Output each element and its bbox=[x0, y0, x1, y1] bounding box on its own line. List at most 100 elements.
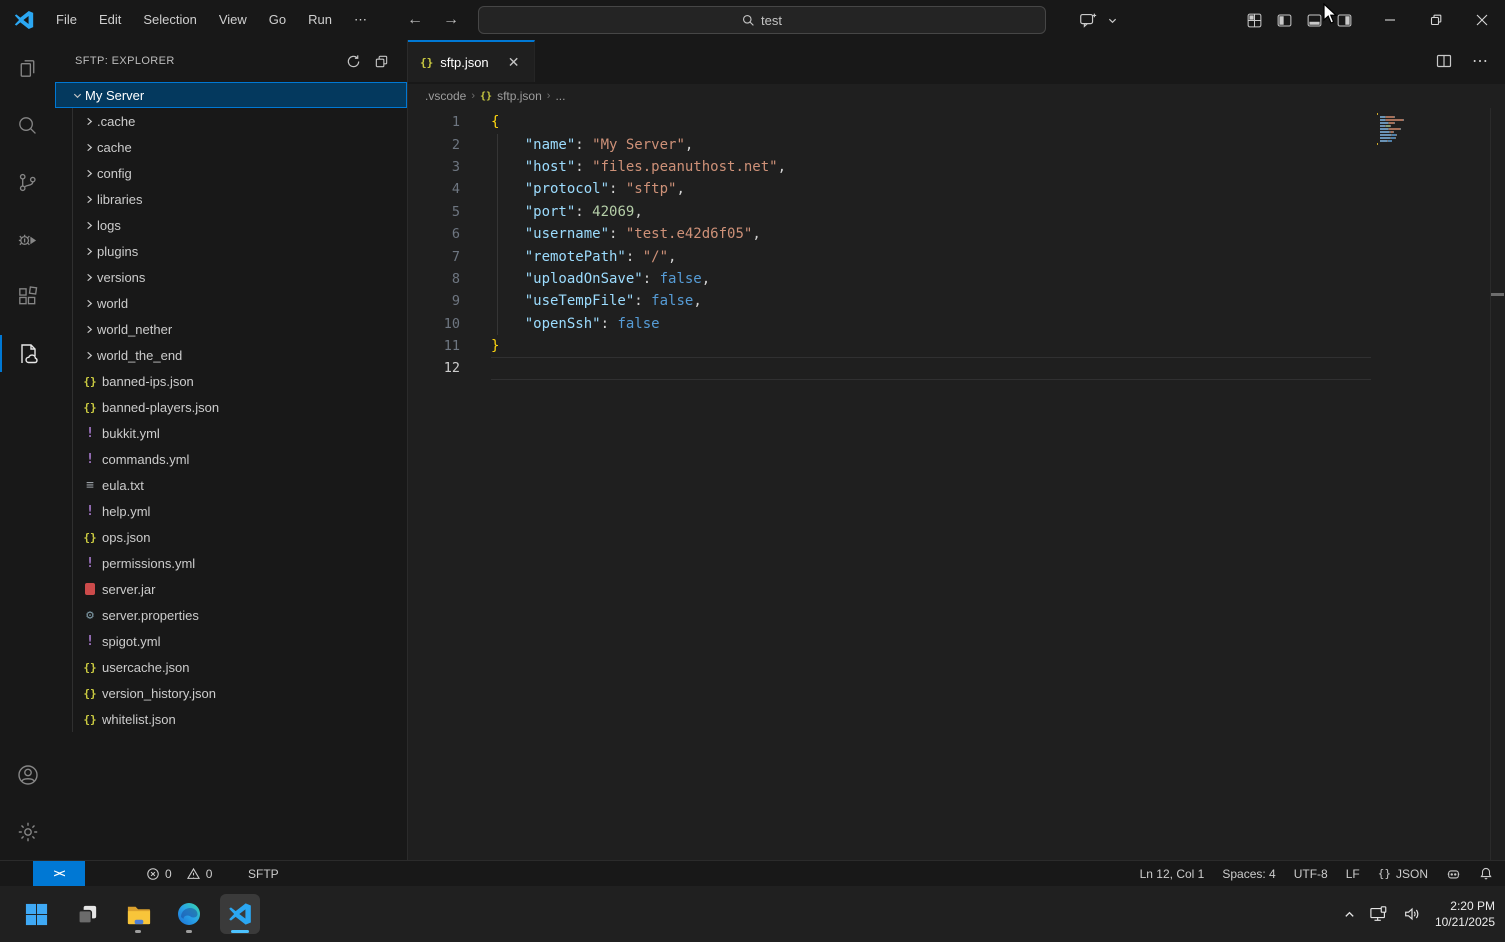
activity-bar bbox=[0, 40, 55, 860]
tree-item-versions[interactable]: versions bbox=[55, 264, 407, 290]
tree-item-banned-ips-json[interactable]: {}banned-ips.json bbox=[55, 368, 407, 394]
minimap-line bbox=[1377, 134, 1415, 136]
problems-status[interactable]: 0 0 bbox=[146, 867, 212, 881]
tree-item-eula-txt[interactable]: ≡eula.txt bbox=[55, 472, 407, 498]
minimap[interactable] bbox=[1377, 113, 1415, 149]
back-arrow-button[interactable]: ← bbox=[402, 8, 428, 32]
toggle-panel-button[interactable] bbox=[1299, 5, 1329, 35]
tree-item-libraries[interactable]: libraries bbox=[55, 186, 407, 212]
tree-item-plugins[interactable]: plugins bbox=[55, 238, 407, 264]
sftp-explorer-sidebar: SFTP: EXPLORER My Server.cachecacheconfi… bbox=[55, 40, 408, 860]
tree-item-world-nether[interactable]: world_nether bbox=[55, 316, 407, 342]
tree-item-cache[interactable]: .cache bbox=[55, 108, 407, 134]
cursor-position-status[interactable]: Ln 12, Col 1 bbox=[1131, 867, 1214, 881]
remote-indicator-button[interactable]: >< bbox=[33, 861, 85, 886]
tree-item-server-jar[interactable]: server.jar bbox=[55, 576, 407, 602]
editor-scrollbar[interactable] bbox=[1490, 108, 1505, 860]
tree-item-world-the-end[interactable]: world_the_end bbox=[55, 342, 407, 368]
tree-item-server-properties[interactable]: ⚙server.properties bbox=[55, 602, 407, 628]
tree-item-world[interactable]: world bbox=[55, 290, 407, 316]
taskbar-vscode-button[interactable] bbox=[220, 894, 260, 934]
extensions-icon bbox=[16, 285, 39, 308]
open-sftp-settings-button[interactable] bbox=[369, 49, 393, 73]
toggle-primary-sidebar-button[interactable] bbox=[1269, 5, 1299, 35]
taskbar-clock[interactable]: 2:20 PM 10/21/2025 bbox=[1435, 898, 1495, 930]
menu-go[interactable]: Go bbox=[258, 8, 297, 32]
code-text: "protocol": "sftp", bbox=[491, 181, 685, 197]
search-icon bbox=[742, 14, 755, 27]
activity-item-source-control[interactable] bbox=[0, 154, 55, 211]
tree-item-ops-json[interactable]: {}ops.json bbox=[55, 524, 407, 550]
tree-item-version-history-json[interactable]: {}version_history.json bbox=[55, 680, 407, 706]
menu-view[interactable]: View bbox=[208, 8, 258, 32]
sftp-status-item[interactable]: SFTP bbox=[236, 867, 291, 881]
yaml-file-icon: ! bbox=[81, 634, 99, 649]
close-button[interactable] bbox=[1459, 0, 1505, 40]
taskbar-task-view-button[interactable] bbox=[67, 894, 107, 934]
tree-item-config[interactable]: config bbox=[55, 160, 407, 186]
customize-layout-button[interactable] bbox=[1239, 5, 1269, 35]
restore-button[interactable] bbox=[1413, 0, 1459, 40]
title-bar-right bbox=[1073, 0, 1505, 40]
breadcrumb-folder[interactable]: .vscode bbox=[425, 89, 466, 103]
breadcrumb-file[interactable]: sftp.json bbox=[497, 89, 542, 103]
tree-item-cache[interactable]: cache bbox=[55, 134, 407, 160]
chevron-right-icon bbox=[81, 116, 97, 127]
activity-item-settings[interactable] bbox=[0, 803, 55, 860]
chevron-down-icon[interactable] bbox=[1103, 5, 1121, 35]
tree-item-spigot-yml[interactable]: !spigot.yml bbox=[55, 628, 407, 654]
text-file-icon: ≡ bbox=[81, 478, 99, 493]
indentation-status[interactable]: Spaces: 4 bbox=[1213, 867, 1284, 881]
language-mode-status[interactable]: {} JSON bbox=[1369, 867, 1437, 881]
menu-selection[interactable]: Selection bbox=[132, 8, 207, 32]
tab-sftp-json[interactable]: {} sftp.json ✕ bbox=[408, 40, 535, 82]
activity-item-explorer[interactable] bbox=[0, 40, 55, 97]
activity-item-sftp-explorer[interactable] bbox=[0, 325, 55, 382]
breadcrumb-symbol[interactable]: ... bbox=[555, 89, 565, 103]
menu-run[interactable]: Run bbox=[297, 8, 343, 32]
tree-item-banned-players-json[interactable]: {}banned-players.json bbox=[55, 394, 407, 420]
forward-arrow-button[interactable]: → bbox=[438, 8, 464, 32]
tree-item-usercache-json[interactable]: {}usercache.json bbox=[55, 654, 407, 680]
notifications-bell-icon[interactable] bbox=[1470, 866, 1495, 881]
tree-item-label: versions bbox=[97, 270, 145, 285]
code-editor[interactable]: 1{2 "name": "My Server",3 "host": "files… bbox=[408, 108, 1505, 860]
minimize-button[interactable] bbox=[1367, 0, 1413, 40]
tree-item-commands-yml[interactable]: !commands.yml bbox=[55, 446, 407, 472]
taskbar-edge-button[interactable] bbox=[169, 894, 209, 934]
code-text: "port": 42069, bbox=[491, 204, 643, 220]
encoding-status[interactable]: UTF-8 bbox=[1285, 867, 1337, 881]
activity-item-run-debug[interactable] bbox=[0, 211, 55, 268]
activity-item-accounts[interactable] bbox=[0, 746, 55, 803]
more-actions-button[interactable]: ⋯ bbox=[1465, 46, 1495, 76]
command-center-search[interactable]: test bbox=[478, 6, 1046, 34]
folder-icon bbox=[125, 901, 152, 928]
copilot-chat-button[interactable] bbox=[1073, 5, 1103, 35]
taskbar-file-explorer-button[interactable] bbox=[118, 894, 158, 934]
scrollbar-handle[interactable] bbox=[1491, 293, 1504, 296]
tree-item-label: banned-ips.json bbox=[102, 374, 194, 389]
activity-item-search[interactable] bbox=[0, 97, 55, 154]
tree-item-logs[interactable]: logs bbox=[55, 212, 407, 238]
refresh-button[interactable] bbox=[341, 49, 365, 73]
network-icon[interactable] bbox=[1369, 905, 1389, 923]
tree-item-label: My Server bbox=[85, 88, 144, 103]
code-line-5: 5 "port": 42069, bbox=[408, 201, 1505, 223]
tree-item-whitelist-json[interactable]: {}whitelist.json bbox=[55, 706, 407, 732]
more-menu-button[interactable]: ⋯ bbox=[343, 8, 378, 32]
tree-item-my-server[interactable]: My Server bbox=[55, 82, 407, 108]
eol-status[interactable]: LF bbox=[1337, 867, 1369, 881]
taskbar-start-button[interactable] bbox=[16, 894, 56, 934]
toggle-secondary-sidebar-button[interactable] bbox=[1329, 5, 1359, 35]
tree-item-help-yml[interactable]: !help.yml bbox=[55, 498, 407, 524]
tree-item-permissions-yml[interactable]: !permissions.yml bbox=[55, 550, 407, 576]
tab-close-icon[interactable]: ✕ bbox=[504, 52, 524, 72]
volume-icon[interactable] bbox=[1402, 905, 1422, 923]
tree-item-bukkit-yml[interactable]: !bukkit.yml bbox=[55, 420, 407, 446]
copilot-status-icon[interactable] bbox=[1437, 867, 1470, 881]
tray-chevron-up-icon[interactable] bbox=[1343, 908, 1356, 921]
split-editor-button[interactable] bbox=[1429, 46, 1459, 76]
menu-file[interactable]: File bbox=[45, 8, 88, 32]
activity-item-extensions[interactable] bbox=[0, 268, 55, 325]
menu-edit[interactable]: Edit bbox=[88, 8, 132, 32]
